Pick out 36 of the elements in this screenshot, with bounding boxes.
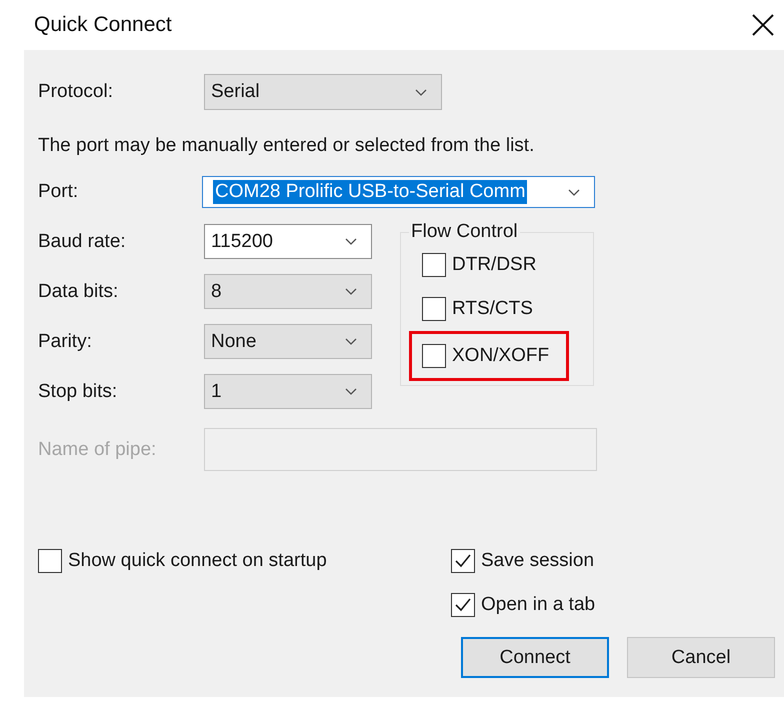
field-label: Parity: bbox=[38, 330, 93, 352]
caret-icon bbox=[345, 338, 357, 345]
dropdown[interactable]: 115200 bbox=[204, 224, 372, 259]
checkbox[interactable] bbox=[422, 344, 446, 368]
protocol-dropdown[interactable]: Serial bbox=[204, 74, 442, 110]
caret-icon bbox=[345, 238, 357, 245]
hint-text: The port may be manually entered or selected from the list. bbox=[38, 134, 536, 158]
window-title: Quick Connect bbox=[34, 13, 172, 37]
field-label: Baud rate: bbox=[38, 230, 127, 252]
checkbox[interactable] bbox=[422, 297, 446, 321]
checkbox[interactable] bbox=[38, 549, 62, 573]
field-label: Protocol: bbox=[38, 81, 114, 103]
checkbox-label[interactable]: Open in a tab bbox=[481, 594, 596, 616]
checkbox-label[interactable]: Show quick connect on startup bbox=[68, 550, 327, 572]
field-label: Data bits: bbox=[38, 280, 120, 302]
checkbox-label[interactable]: RTS/CTS bbox=[452, 298, 533, 320]
connect-button[interactable]: Connect bbox=[461, 637, 609, 678]
port-combobox[interactable]: COM28 Prolific USB-to-Serial Comm bbox=[202, 176, 595, 208]
field-label: Name of pipe: bbox=[38, 438, 158, 460]
caret-icon bbox=[345, 288, 357, 295]
caret-icon bbox=[415, 88, 427, 96]
checkbox[interactable] bbox=[451, 549, 475, 573]
pipe-name-field[interactable] bbox=[204, 428, 597, 471]
caret-icon bbox=[345, 388, 357, 395]
checkbox[interactable] bbox=[451, 593, 475, 617]
dropdown[interactable]: 1 bbox=[204, 374, 372, 409]
dropdown[interactable]: 8 bbox=[204, 274, 372, 309]
checkbox[interactable] bbox=[422, 253, 446, 277]
field-label: Stop bits: bbox=[38, 380, 118, 402]
field-label: Port: bbox=[38, 181, 80, 203]
dropdown[interactable]: None bbox=[204, 324, 372, 359]
caret-icon bbox=[568, 188, 580, 196]
close-icon[interactable] bbox=[752, 14, 774, 36]
cancel-button[interactable]: Cancel bbox=[627, 637, 775, 678]
checkbox-label[interactable]: DTR/DSR bbox=[452, 254, 536, 276]
checkbox-label[interactable]: Save session bbox=[481, 550, 594, 572]
